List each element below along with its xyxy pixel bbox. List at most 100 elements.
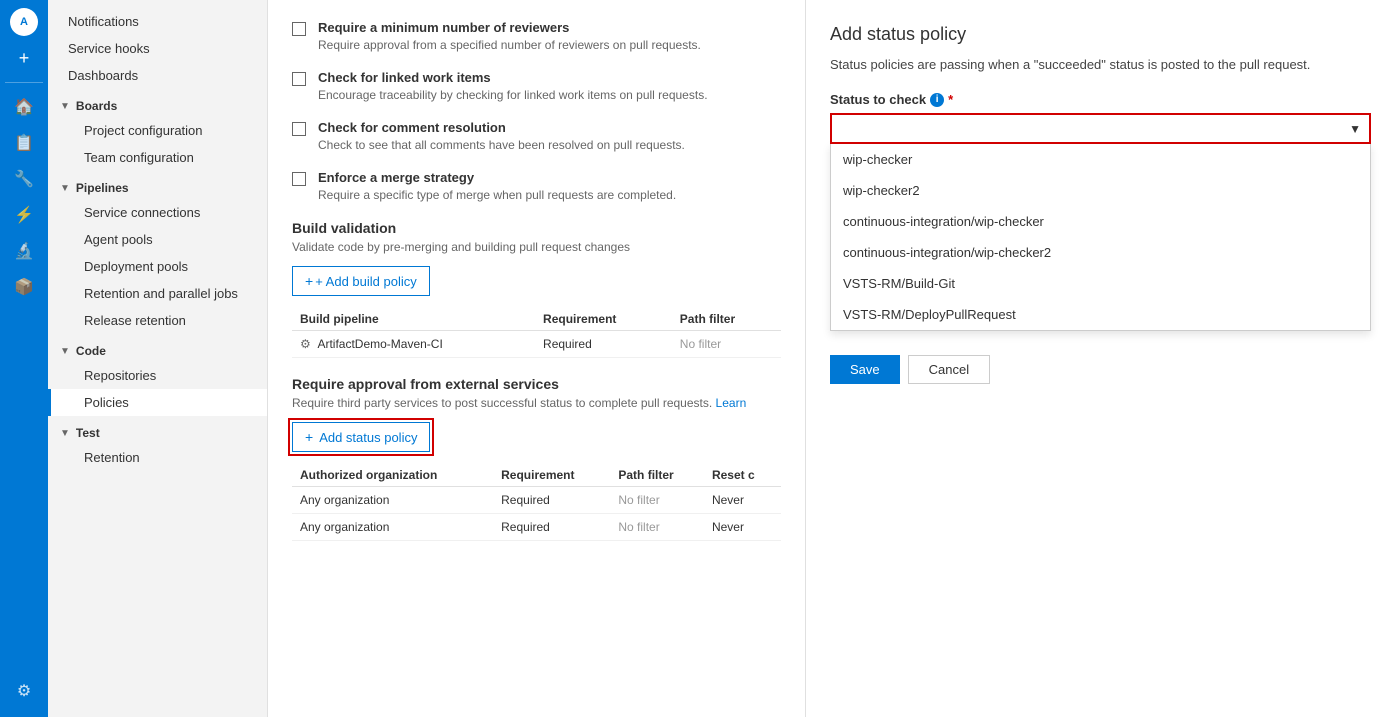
policy-item-work-items: Check for linked work items Encourage tr…	[292, 70, 781, 102]
main-content: Require a minimum number of reviewers Re…	[268, 0, 805, 717]
boards-icon[interactable]: 📋	[8, 127, 40, 159]
req-cell-1: Required	[493, 487, 610, 514]
sidebar-item-release-retention[interactable]: Release retention	[48, 307, 267, 334]
policy-item-reviewers: Require a minimum number of reviewers Re…	[292, 20, 781, 52]
panel-title: Add status policy	[830, 24, 1371, 45]
pipeline-icon: ⚙	[300, 337, 311, 351]
status-to-check-label: Status to check i *	[830, 92, 1371, 107]
sidebar-group-code[interactable]: ▼ Code	[48, 334, 267, 362]
status-dropdown-input[interactable]	[832, 115, 1369, 142]
policy-checkbox-comment-resolution[interactable]	[292, 122, 306, 136]
pipelines-arrow-icon: ▼	[60, 183, 70, 194]
table-row: Any organization Required No filter Neve…	[292, 514, 781, 541]
learn-more-link[interactable]: Learn	[716, 396, 747, 410]
policy-checkbox-reviewers[interactable]	[292, 22, 306, 36]
filter-cell-2: No filter	[610, 514, 704, 541]
sidebar: Notifications Service hooks Dashboards ▼…	[48, 0, 268, 717]
filter-cell-1: No filter	[610, 487, 704, 514]
sidebar-item-service-hooks[interactable]: Service hooks	[48, 35, 267, 62]
policy-title-reviewers: Require a minimum number of reviewers	[318, 20, 701, 35]
home-icon[interactable]: 🏠	[8, 91, 40, 123]
dropdown-option-6[interactable]: VSTS-RM/DeployPullRequest	[831, 299, 1370, 330]
plus-icon: +	[305, 273, 313, 289]
add-build-policy-button[interactable]: + + Add build policy	[292, 266, 430, 296]
policy-checkbox-work-items[interactable]	[292, 72, 306, 86]
table-row: Any organization Required No filter Neve…	[292, 487, 781, 514]
build-pipeline-cell: ⚙ ArtifactDemo-Maven-CI	[292, 331, 535, 358]
reset-cell-2: Never	[704, 514, 781, 541]
col-authorized-org: Authorized organization	[292, 464, 493, 487]
build-validation-table: Build pipeline Requirement Path filter ⚙…	[292, 308, 781, 358]
sidebar-item-team-configuration[interactable]: Team configuration	[48, 144, 267, 171]
col-reset: Reset c	[704, 464, 781, 487]
build-validation-header: Build validation	[292, 220, 781, 236]
col-requirement: Requirement	[535, 308, 672, 331]
reset-cell-1: Never	[704, 487, 781, 514]
artifacts-icon[interactable]: 📦	[8, 271, 40, 303]
user-avatar[interactable]: A	[10, 8, 38, 36]
external-services-desc: Require third party services to post suc…	[292, 396, 781, 410]
col-path-filter: Path filter	[672, 308, 781, 331]
sidebar-group-test[interactable]: ▼ Test	[48, 416, 267, 444]
policy-desc-reviewers: Require approval from a specified number…	[318, 38, 701, 52]
policy-desc-comment-resolution: Check to see that all comments have been…	[318, 138, 685, 152]
status-to-check-field: Status to check i * ▼ wip-checker wip-ch…	[830, 92, 1371, 331]
sidebar-item-retention[interactable]: Retention	[48, 444, 267, 471]
sidebar-item-policies[interactable]: Policies	[48, 389, 267, 416]
col-build-pipeline: Build pipeline	[292, 308, 535, 331]
avatar-initial: A	[20, 16, 28, 28]
table-row: ⚙ ArtifactDemo-Maven-CI Required No filt…	[292, 331, 781, 358]
boards-arrow-icon: ▼	[60, 101, 70, 112]
dropdown-option-4[interactable]: continuous-integration/wip-checker2	[831, 237, 1370, 268]
policy-item-comment-resolution: Check for comment resolution Check to se…	[292, 120, 781, 152]
sidebar-group-boards[interactable]: ▼ Boards	[48, 89, 267, 117]
policy-title-merge-strategy: Enforce a merge strategy	[318, 170, 676, 185]
sidebar-item-service-connections[interactable]: Service connections	[48, 199, 267, 226]
policy-desc-work-items: Encourage traceability by checking for l…	[318, 88, 708, 102]
sidebar-group-pipelines[interactable]: ▼ Pipelines	[48, 171, 267, 199]
add-plus-icon: +	[305, 429, 313, 445]
status-dropdown-container: ▼	[830, 113, 1371, 144]
add-project-button[interactable]: +	[10, 44, 38, 72]
policy-desc-merge-strategy: Require a specific type of merge when pu…	[318, 188, 676, 202]
pipelines-icon[interactable]: ⚡	[8, 199, 40, 231]
dropdown-option-5[interactable]: VSTS-RM/Build-Git	[831, 268, 1370, 299]
policy-checkbox-merge-strategy[interactable]	[292, 172, 306, 186]
sidebar-item-retention-parallel-jobs[interactable]: Retention and parallel jobs	[48, 280, 267, 307]
col-path-filter2: Path filter	[610, 464, 704, 487]
requirement-cell: Required	[535, 331, 672, 358]
testplans-icon[interactable]: 🔬	[8, 235, 40, 267]
add-status-policy-button[interactable]: + Add status policy	[292, 422, 430, 452]
cancel-button[interactable]: Cancel	[908, 355, 990, 384]
sidebar-item-agent-pools[interactable]: Agent pools	[48, 226, 267, 253]
org-cell-2: Any organization	[292, 514, 493, 541]
icon-bar: A + 🏠 📋 🔧 ⚡ 🔬 📦 ⚙	[0, 0, 48, 717]
dropdown-option-1[interactable]: wip-checker	[831, 144, 1370, 175]
panel-description: Status policies are passing when a "succ…	[830, 57, 1371, 72]
policy-title-comment-resolution: Check for comment resolution	[318, 120, 685, 135]
sidebar-item-repositories[interactable]: Repositories	[48, 362, 267, 389]
right-panel: Add status policy Status policies are pa…	[805, 0, 1395, 717]
panel-actions: Save Cancel	[830, 355, 1371, 384]
sidebar-item-notifications[interactable]: Notifications	[48, 8, 267, 35]
req-cell-2: Required	[493, 514, 610, 541]
col-requirement2: Requirement	[493, 464, 610, 487]
policy-title-work-items: Check for linked work items	[318, 70, 708, 85]
dropdown-option-3[interactable]: continuous-integration/wip-checker	[831, 206, 1370, 237]
test-arrow-icon: ▼	[60, 428, 70, 439]
required-marker: *	[948, 92, 953, 107]
org-cell-1: Any organization	[292, 487, 493, 514]
dropdown-list: wip-checker wip-checker2 continuous-inte…	[830, 143, 1371, 331]
icon-bar-separator	[5, 82, 43, 83]
path-filter-cell: No filter	[672, 331, 781, 358]
dropdown-option-2[interactable]: wip-checker2	[831, 175, 1370, 206]
settings-icon[interactable]: ⚙	[8, 675, 40, 707]
sidebar-item-deployment-pools[interactable]: Deployment pools	[48, 253, 267, 280]
sidebar-item-project-configuration[interactable]: Project configuration	[48, 117, 267, 144]
save-button[interactable]: Save	[830, 355, 900, 384]
sidebar-item-dashboards[interactable]: Dashboards	[48, 62, 267, 89]
status-policy-table: Authorized organization Requirement Path…	[292, 464, 781, 541]
policy-item-merge-strategy: Enforce a merge strategy Require a speci…	[292, 170, 781, 202]
info-icon[interactable]: i	[930, 93, 944, 107]
repos-icon[interactable]: 🔧	[8, 163, 40, 195]
